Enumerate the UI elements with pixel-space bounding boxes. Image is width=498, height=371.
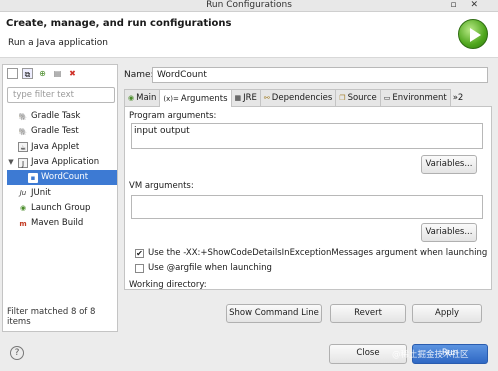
tree-item-label: Maven Build: [31, 218, 84, 229]
dependencies-tab-icon: ⚯: [263, 94, 270, 102]
apply-button[interactable]: Apply: [412, 304, 482, 323]
overflow-tab-icon: »2: [452, 92, 464, 103]
tab-dependencies[interactable]: ⚯ Dependencies: [259, 89, 337, 106]
java-class-icon: ▪: [28, 172, 38, 183]
argfile-checkbox[interactable]: [135, 263, 144, 273]
config-tree-pane: ⧉ ⊕ ▤ ✖ type filter text 🐘 Gradle Task 🐘…: [2, 64, 118, 332]
close-window-icon[interactable]: ✕: [470, 0, 492, 10]
maximize-icon[interactable]: ▫: [450, 0, 470, 10]
duplicate-icon[interactable]: ⧉: [22, 68, 33, 79]
maven-icon: m: [19, 219, 27, 228]
environment-tab-icon: ▭: [383, 94, 391, 102]
name-field[interactable]: WordCount: [152, 67, 488, 83]
junit-icon: Ju: [19, 189, 27, 198]
tree-item-label: Launch Group: [31, 202, 91, 213]
config-tabs: ◉ Main (x)= Arguments ▦ JRE ⚯ Dependenci…: [124, 89, 492, 107]
filter-status: Filter matched 8 of 8 items: [7, 307, 96, 327]
show-command-line-button[interactable]: Show Command Line: [226, 304, 322, 323]
run-banner-icon: [458, 19, 488, 49]
tab-arguments[interactable]: (x)= Arguments: [159, 89, 232, 107]
gradle-icon: 🐘: [18, 127, 28, 136]
jre-tab-icon: ▦: [234, 94, 242, 102]
vm-variables-button[interactable]: Variables...: [421, 223, 477, 242]
java-app-icon: J: [18, 157, 28, 168]
tree-item-java-application[interactable]: ▼ J Java Application: [7, 155, 117, 170]
window-title: Run Configurations: [206, 0, 292, 10]
vm-args-label: VM arguments:: [129, 181, 194, 191]
dialog-header: Create, manage, and run configurations R…: [0, 12, 498, 58]
tree-item-label: Gradle Task: [31, 111, 81, 122]
config-editor-pane: Name: WordCount ◉ Main (x)= Arguments ▦ …: [122, 64, 496, 332]
config-toolbar: ⧉ ⊕ ▤ ✖: [7, 68, 78, 82]
tree-item-java-applet[interactable]: ☕ Java Applet: [7, 140, 117, 155]
tab-main[interactable]: ◉ Main: [124, 89, 161, 106]
tree-item-junit[interactable]: Ju JUnit: [7, 185, 117, 200]
show-code-details-checkbox[interactable]: ✔: [135, 248, 144, 258]
tree-item-maven-build[interactable]: m Maven Build: [7, 216, 117, 231]
show-code-details-row[interactable]: ✔ Use the -XX:+ShowCodeDetailsInExceptio…: [135, 248, 487, 258]
tree-item-label: Java Applet: [31, 141, 80, 152]
filter-input[interactable]: type filter text: [7, 87, 115, 103]
working-dir-label: Working directory:: [129, 280, 207, 290]
new-config-icon[interactable]: [7, 68, 18, 79]
collapse-icon[interactable]: ▤: [52, 68, 63, 79]
header-title: Create, manage, and run configurations: [6, 18, 232, 29]
tree-item-label: JUnit: [31, 187, 51, 198]
vm-args-field[interactable]: [131, 195, 483, 219]
tab-environment[interactable]: ▭ Environment: [379, 89, 451, 106]
gradle-icon: 🐘: [18, 112, 28, 121]
config-tree: 🐘 Gradle Task 🐘 Gradle Test ☕ Java Apple…: [7, 109, 117, 231]
name-label: Name:: [124, 70, 154, 80]
tree-item-label: Gradle Test: [31, 126, 79, 137]
help-icon[interactable]: ?: [10, 346, 24, 360]
tab-overflow[interactable]: »2: [450, 89, 467, 106]
chevron-down-icon[interactable]: ▼: [7, 155, 15, 170]
program-variables-button[interactable]: Variables...: [421, 155, 477, 174]
tree-item-gradle-test[interactable]: 🐘 Gradle Test: [7, 124, 117, 139]
show-code-details-label: Use the -XX:+ShowCodeDetailsInExceptionM…: [148, 248, 488, 258]
argfile-label: Use @argfile when launching: [148, 263, 272, 273]
arguments-panel: Program arguments: input output Variable…: [124, 106, 492, 290]
tree-item-label: Java Application: [31, 157, 100, 168]
program-args-field[interactable]: input output: [131, 123, 483, 149]
tree-item-launch-group[interactable]: ◉ Launch Group: [7, 201, 117, 216]
tree-item-wordcount[interactable]: ▪ WordCount: [7, 170, 117, 186]
tab-jre[interactable]: ▦ JRE: [230, 89, 261, 106]
arguments-tab-icon: (x)=: [163, 94, 179, 103]
new-prototype-icon[interactable]: ⊕: [37, 68, 48, 79]
launch-group-icon: ◉: [19, 204, 27, 213]
program-args-label: Program arguments:: [129, 111, 217, 121]
watermark-text: @稀土掘金技术社区: [392, 350, 469, 360]
source-tab-icon: ❐: [339, 94, 346, 102]
tree-item-label: WordCount: [41, 172, 89, 183]
tab-source[interactable]: ❐ Source: [335, 89, 381, 106]
applet-icon: ☕: [18, 142, 28, 153]
window-controls: ▫✕: [450, 0, 492, 11]
header-subtitle: Run a Java application: [8, 38, 109, 48]
main-tab-icon: ◉: [128, 94, 135, 102]
argfile-row[interactable]: Use @argfile when launching: [135, 263, 272, 273]
window-titlebar: Run Configurations ▫✕: [0, 0, 498, 12]
delete-icon[interactable]: ✖: [67, 68, 78, 79]
revert-button[interactable]: Revert: [330, 304, 406, 323]
tree-item-gradle-task[interactable]: 🐘 Gradle Task: [7, 109, 117, 124]
